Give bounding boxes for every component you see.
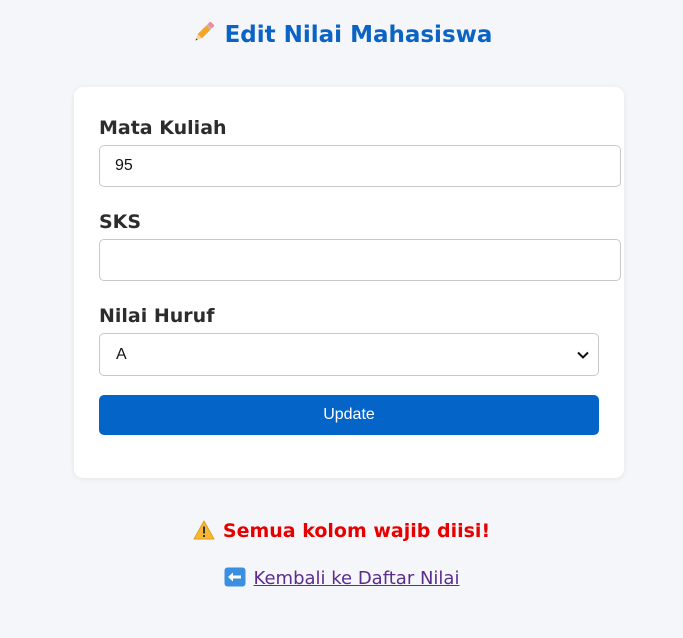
pencil-icon — [191, 19, 217, 55]
update-button[interactable]: Update — [99, 395, 599, 435]
sks-input[interactable] — [99, 239, 621, 281]
nilai-huruf-label: Nilai Huruf — [99, 305, 215, 327]
edit-form-card: Mata Kuliah SKS Nilai Huruf A Update — [74, 87, 624, 478]
mata-kuliah-label: Mata Kuliah — [99, 117, 227, 139]
warning-icon — [193, 520, 215, 547]
left-arrow-icon — [224, 567, 246, 595]
validation-message: Semua kolom wajib diisi! — [222, 520, 491, 542]
page-title: Edit Nilai Mahasiswa — [224, 22, 493, 48]
chevron-down-icon — [576, 348, 590, 362]
validation-alert: Semua kolom wajib diisi! — [0, 518, 683, 547]
mata-kuliah-input[interactable] — [99, 145, 621, 187]
page: Edit Nilai Mahasiswa Mata Kuliah SKS Nil… — [0, 0, 683, 638]
nilai-huruf-selected: A — [116, 345, 127, 363]
nilai-huruf-select[interactable]: A — [99, 333, 599, 376]
sks-label: SKS — [99, 211, 142, 233]
back-link[interactable]: Kembali ke Daftar Nilai — [224, 567, 460, 589]
page-title-row: Edit Nilai Mahasiswa — [0, 18, 683, 55]
back-link-row: Kembali ke Daftar Nilai — [0, 566, 683, 595]
back-link-label: Kembali ke Daftar Nilai — [253, 568, 460, 589]
